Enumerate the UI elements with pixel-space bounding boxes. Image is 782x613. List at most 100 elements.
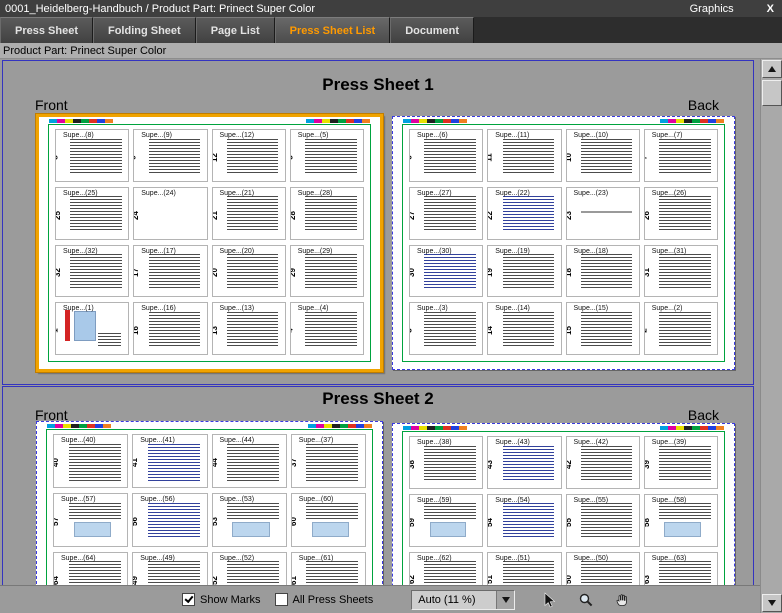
press-sheet-1-back-preview[interactable]: Supe...(6)6Supe...(11)11Supe...(10)10Sup… [392, 116, 735, 370]
page-label: Supe...(19) [495, 248, 530, 255]
zoom-dropdown[interactable]: Auto (11 %) [411, 590, 515, 610]
scroll-up-button[interactable] [762, 60, 782, 78]
page-thumbnail[interactable]: Supe...(43)43 [488, 437, 560, 488]
page-thumbnail[interactable]: Supe...(16)16 [134, 303, 206, 354]
zoom-tool-button[interactable] [575, 589, 597, 611]
page-thumbnail[interactable]: Supe...(59)59 [410, 495, 482, 546]
page-thumbnail[interactable]: Supe...(7)7 [645, 130, 717, 181]
page-thumbnail[interactable]: Supe...(31)31 [645, 246, 717, 297]
page-content-preview [98, 333, 121, 347]
color-patch [700, 119, 708, 123]
page-thumbnail[interactable]: Supe...(58)58 [645, 495, 717, 546]
vertical-scrollbar[interactable] [760, 59, 782, 613]
page-thumbnail[interactable]: Supe...(6)6 [410, 130, 482, 181]
page-thumbnail[interactable]: Supe...(10)10 [567, 130, 639, 181]
page-thumbnail[interactable]: Supe...(3)3 [410, 303, 482, 354]
page-number: 12 [213, 153, 219, 162]
page-thumbnail[interactable]: Supe...(22)22 [488, 188, 560, 239]
scroll-down-button[interactable] [762, 594, 782, 612]
page-thumbnail[interactable]: Supe...(44)44 [213, 435, 286, 487]
show-marks-checkbox[interactable]: Show Marks [182, 593, 261, 606]
tab-press-sheet-list[interactable]: Press Sheet List [275, 17, 391, 43]
page-thumbnail[interactable]: Supe...(40)40 [54, 435, 127, 487]
page-content-preview [581, 254, 632, 290]
page-thumbnail[interactable]: Supe...(11)11 [488, 130, 560, 181]
tab-page-list[interactable]: Page List [196, 17, 275, 43]
hand-tool-button[interactable] [611, 589, 633, 611]
scrollbar-thumb[interactable] [762, 80, 782, 106]
page-thumbnail[interactable]: Supe...(53)53 [213, 494, 286, 546]
press-sheet-list-canvas[interactable]: Press Sheet 1FrontBackSupe...(8)8Supe...… [0, 59, 760, 613]
graphics-label[interactable]: Graphics [690, 3, 734, 15]
page-thumbnail[interactable]: Supe...(4)4 [291, 303, 363, 354]
close-button[interactable]: X [764, 3, 777, 15]
page-label: Supe...(63) [652, 555, 687, 562]
page-thumbnail[interactable]: Supe...(23)23 [567, 188, 639, 239]
page-thumbnail[interactable]: Supe...(8)8 [56, 130, 128, 181]
page-label: Supe...(13) [220, 305, 255, 312]
page-thumbnail[interactable]: Supe...(24)24 [134, 188, 206, 239]
tab-press-sheet[interactable]: Press Sheet [0, 17, 93, 43]
page-thumbnail[interactable]: Supe...(20)20 [213, 246, 285, 297]
page-content-preview [69, 444, 121, 481]
tab-folding-sheet[interactable]: Folding Sheet [93, 17, 196, 43]
page-thumbnail[interactable]: Supe...(19)19 [488, 246, 560, 297]
page-thumbnail[interactable]: Supe...(17)17 [134, 246, 206, 297]
page-content-preview [424, 446, 475, 482]
page-content-preview [305, 254, 356, 290]
page-label: Supe...(40) [61, 437, 96, 444]
show-marks-checkbox-box[interactable] [182, 593, 195, 606]
page-thumbnail[interactable]: Supe...(30)30 [410, 246, 482, 297]
page-thumbnail[interactable]: Supe...(9)9 [134, 130, 206, 181]
page-content-preview [70, 254, 121, 290]
page-thumbnail[interactable]: Supe...(28)28 [291, 188, 363, 239]
page-thumbnail[interactable]: Supe...(25)25 [56, 188, 128, 239]
page-content-preview [227, 196, 278, 232]
zoom-dropdown-arrow-button[interactable] [496, 591, 514, 609]
page-label: Supe...(2) [652, 305, 683, 312]
page-thumbnail[interactable]: Supe...(32)32 [56, 246, 128, 297]
page-number: 2 [645, 328, 649, 332]
page-thumbnail[interactable]: Supe...(14)14 [488, 303, 560, 354]
press-sheet-1-front-preview[interactable]: Supe...(8)8Supe...(9)9Supe...(12)12Supe.… [36, 114, 383, 372]
page-thumbnail[interactable]: Supe...(2) 2 [645, 303, 717, 354]
page-thumbnail[interactable]: Supe...(60)60 [292, 494, 365, 546]
page-thumbnail[interactable]: Supe...(55)55 [567, 495, 639, 546]
page-thumbnail[interactable]: Supe...(27)27 [410, 188, 482, 239]
page-number: 44 [213, 458, 219, 467]
color-patch [47, 424, 55, 428]
page-thumbnail[interactable]: Supe...(21)21 [213, 188, 285, 239]
color-patch [403, 426, 411, 430]
page-thumbnail[interactable]: Supe...(1)1 [56, 303, 128, 354]
page-label: Supe...(11) [495, 132, 529, 139]
page-label: Supe...(60) [299, 496, 334, 503]
page-thumbnail[interactable]: Supe...(39)39 [645, 437, 717, 488]
application-window: 0001_Heidelberg-Handbuch / Product Part:… [0, 0, 782, 613]
page-thumbnail[interactable]: Supe...(57)57 [54, 494, 127, 546]
page-thumbnail[interactable]: Supe...(54)54 [488, 495, 560, 546]
page-label: Supe...(27) [417, 190, 452, 197]
color-patch [89, 119, 97, 123]
page-thumbnail[interactable]: Supe...(42)42 [567, 437, 639, 488]
tab-document[interactable]: Document [390, 17, 474, 43]
page-thumbnail[interactable]: Supe...(38)38 [410, 437, 482, 488]
page-number: 56 [133, 517, 139, 526]
all-press-sheets-checkbox[interactable]: All Press Sheets [275, 593, 374, 606]
page-thumbnail[interactable]: Supe...(29)29 [291, 246, 363, 297]
page-thumbnail[interactable]: Supe...(56)56 [133, 494, 206, 546]
color-patch [708, 426, 716, 430]
page-thumbnail[interactable]: Supe...(18)18 [567, 246, 639, 297]
page-thumbnail[interactable]: Supe...(13)13 [213, 303, 285, 354]
page-number: 63 [645, 575, 651, 584]
page-thumbnail[interactable]: Supe...(12)12 [213, 130, 285, 181]
page-number: 26 [645, 211, 651, 220]
page-thumbnail[interactable]: Supe...(41)41 [133, 435, 206, 487]
back-label: Back [688, 97, 719, 113]
page-thumbnail[interactable]: Supe...(37)37 [292, 435, 365, 487]
color-patch [314, 119, 322, 123]
page-thumbnail[interactable]: Supe...(15)15 [567, 303, 639, 354]
pointer-tool-button[interactable] [539, 589, 561, 611]
page-thumbnail[interactable]: Supe...(26)26 [645, 188, 717, 239]
all-press-sheets-checkbox-box[interactable] [275, 593, 288, 606]
page-thumbnail[interactable]: Supe...(5)5 [291, 130, 363, 181]
